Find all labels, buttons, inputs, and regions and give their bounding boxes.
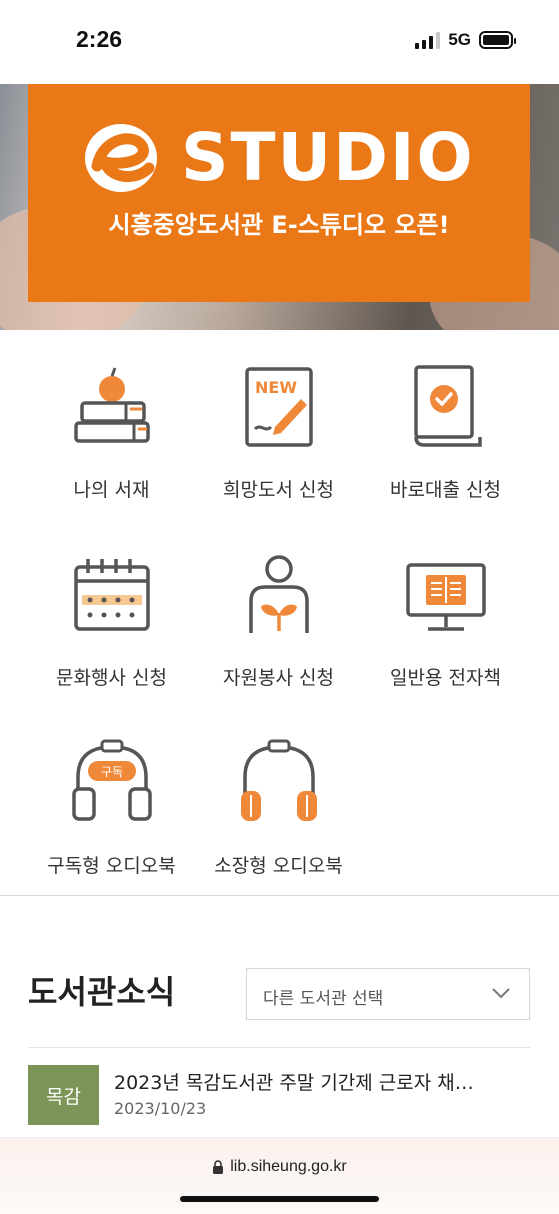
subscribe-headphones-icon: 구독 <box>72 739 152 821</box>
menu-owned-audiobook[interactable]: 소장형 오디오북 <box>195 731 362 911</box>
headphones-icon <box>241 739 317 821</box>
menu-label: 자원봉사 신청 <box>223 667 334 689</box>
menu-volunteer[interactable]: 자원봉사 신청 <box>195 543 362 723</box>
menu-label: 소장형 오디오북 <box>214 855 343 877</box>
menu-instant-loan[interactable]: 바로대출 신청 <box>362 355 529 535</box>
network-type: 5G <box>448 30 471 49</box>
menu-label: 일반용 전자책 <box>390 667 501 689</box>
status-bar: 2:26 5G <box>0 0 559 84</box>
lock-icon <box>213 1160 224 1174</box>
status-time: 2:26 <box>76 26 123 52</box>
library-select-value: 다른 도서관 선택 <box>263 989 384 1009</box>
signal-icon <box>415 31 441 49</box>
news-list-item[interactable]: 목감 2023년 목감도서관 주말 기간제 근로자 채… 2023/10/23 <box>28 1065 530 1127</box>
news-section-title: 도서관소식 <box>28 973 176 1011</box>
browser-url-bar[interactable]: lib.siheung.go.kr <box>0 1137 559 1214</box>
news-divider <box>28 1047 530 1048</box>
menu-label: 희망도서 신청 <box>223 479 334 501</box>
url-text[interactable]: lib.siheung.go.kr <box>230 1158 347 1176</box>
banner-panel[interactable]: STUDIO 시흥중앙도서관 E-스튜디오 오픈! <box>28 84 530 302</box>
menu-general-ebook[interactable]: 일반용 전자책 <box>362 543 529 723</box>
promo-banner[interactable]: STUDIO 시흥중앙도서관 E-스튜디오 오픈! <box>0 84 559 330</box>
menu-book-request[interactable]: NEW 희망도서 신청 <box>195 355 362 535</box>
status-indicators: 5G <box>415 30 516 50</box>
subscribe-badge-text: 구독 <box>101 765 123 779</box>
menu-label: 나의 서재 <box>73 479 150 501</box>
volunteer-sprout-icon <box>249 555 309 633</box>
new-book-pen-icon: NEW <box>245 367 313 447</box>
news-date: 2023/10/23 <box>114 1099 207 1118</box>
menu-label: 바로대출 신청 <box>390 479 501 501</box>
library-badge: 목감 <box>28 1065 99 1125</box>
logo-text: STUDIO <box>181 119 475 196</box>
menu-subscription-audiobook[interactable]: 구독 구독형 오디오북 <box>28 731 195 911</box>
menu-cultural-event[interactable]: 문화행사 신청 <box>28 543 195 723</box>
menu-label: 구독형 오디오북 <box>47 855 176 877</box>
chevron-down-icon <box>492 988 510 999</box>
menu-label: 문화행사 신청 <box>56 667 167 689</box>
svg-text:NEW: NEW <box>255 378 297 397</box>
battery-icon <box>479 31 516 49</box>
books-apple-icon <box>74 367 150 443</box>
home-indicator[interactable] <box>180 1196 379 1202</box>
menu-my-library[interactable]: 나의 서재 <box>28 355 195 535</box>
library-select-dropdown[interactable]: 다른 도서관 선택 <box>246 968 530 1020</box>
monitor-ebook-icon <box>406 563 486 631</box>
calendar-icon <box>74 559 150 631</box>
news-headline[interactable]: 2023년 목감도서관 주말 기간제 근로자 채… <box>114 1068 530 1095</box>
book-check-icon <box>414 365 482 447</box>
e-logo-icon <box>85 124 157 192</box>
estudio-logo: STUDIO <box>83 122 475 194</box>
section-divider <box>0 895 559 896</box>
banner-subtitle: 시흥중앙도서관 E-스튜디오 오픈! <box>108 211 450 239</box>
